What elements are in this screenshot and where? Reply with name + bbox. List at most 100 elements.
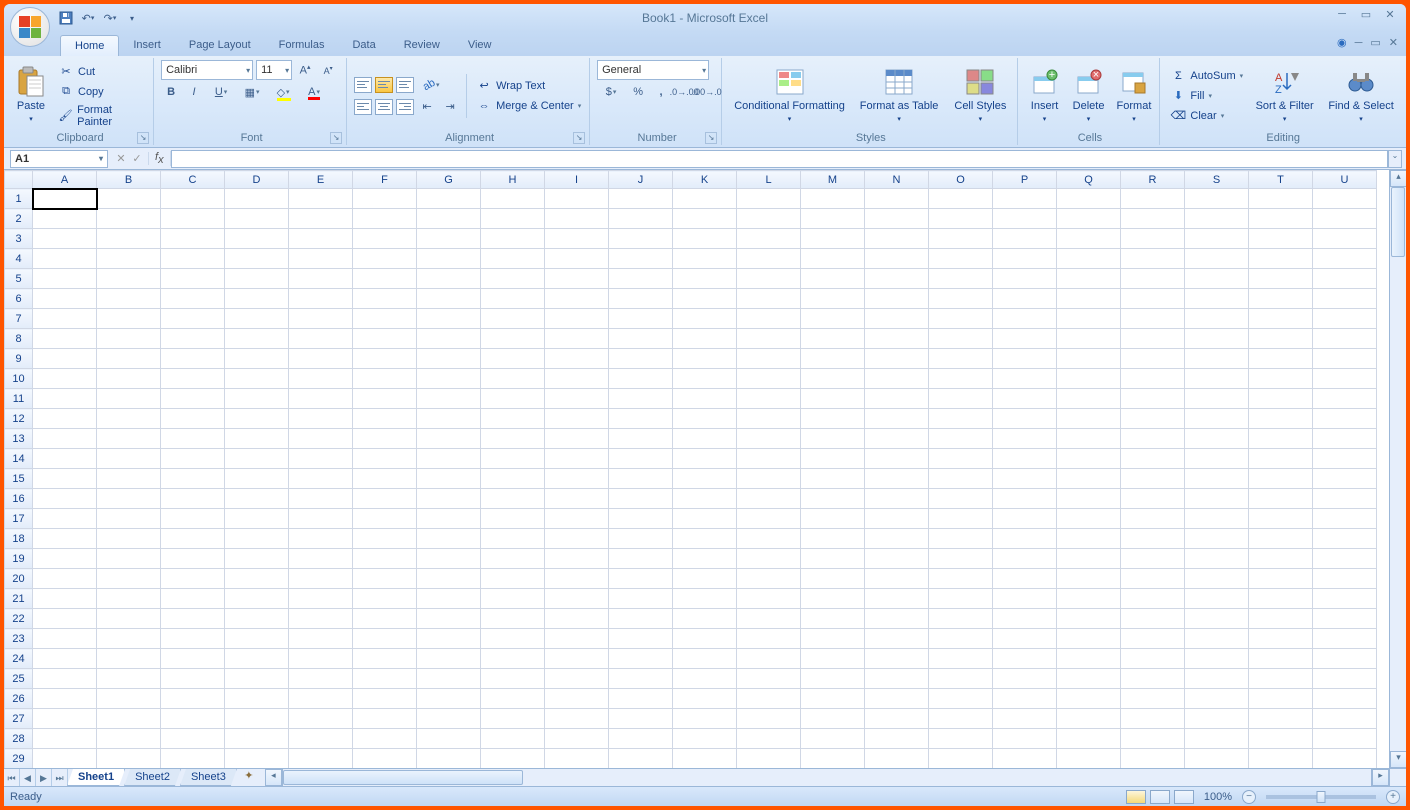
cell[interactable] xyxy=(1249,269,1313,289)
cell[interactable] xyxy=(1121,569,1185,589)
row-header[interactable]: 19 xyxy=(5,549,33,569)
cell[interactable] xyxy=(481,449,545,469)
cell[interactable] xyxy=(161,389,225,409)
column-header[interactable]: A xyxy=(33,171,97,189)
cell[interactable] xyxy=(33,549,97,569)
cell[interactable] xyxy=(33,329,97,349)
cell[interactable] xyxy=(929,489,993,509)
cell[interactable] xyxy=(609,449,673,469)
cell[interactable] xyxy=(481,689,545,709)
cell[interactable] xyxy=(1121,729,1185,749)
column-header[interactable]: H xyxy=(481,171,545,189)
column-header[interactable]: U xyxy=(1313,171,1377,189)
cell[interactable] xyxy=(865,369,929,389)
cell[interactable] xyxy=(1057,509,1121,529)
cell[interactable] xyxy=(417,269,481,289)
cell[interactable] xyxy=(33,249,97,269)
cell[interactable] xyxy=(737,549,801,569)
cell[interactable] xyxy=(545,669,609,689)
cell[interactable] xyxy=(609,549,673,569)
cell[interactable] xyxy=(97,669,161,689)
cell[interactable] xyxy=(289,749,353,769)
cell[interactable] xyxy=(225,229,289,249)
cell[interactable] xyxy=(1057,629,1121,649)
cell[interactable] xyxy=(1185,289,1249,309)
cell[interactable] xyxy=(417,449,481,469)
cell[interactable] xyxy=(801,229,865,249)
cell[interactable] xyxy=(1313,489,1377,509)
increase-decimal-button[interactable]: .0→.00 xyxy=(674,82,694,102)
cell[interactable] xyxy=(97,489,161,509)
number-launcher[interactable]: ↘ xyxy=(705,132,717,144)
cell[interactable] xyxy=(1249,509,1313,529)
cell[interactable] xyxy=(161,369,225,389)
align-top-button[interactable] xyxy=(354,77,372,93)
cell[interactable] xyxy=(1249,529,1313,549)
cell[interactable] xyxy=(417,309,481,329)
mdi-close-button[interactable]: ✕ xyxy=(1389,36,1398,49)
cell[interactable] xyxy=(289,289,353,309)
cell[interactable] xyxy=(481,469,545,489)
cell[interactable] xyxy=(353,229,417,249)
cell[interactable] xyxy=(1185,429,1249,449)
cell[interactable] xyxy=(1185,629,1249,649)
cell[interactable] xyxy=(417,409,481,429)
save-icon[interactable] xyxy=(58,10,74,26)
row-header[interactable]: 21 xyxy=(5,589,33,609)
cell[interactable] xyxy=(865,429,929,449)
cell[interactable] xyxy=(865,509,929,529)
cell[interactable] xyxy=(1313,429,1377,449)
cell[interactable] xyxy=(1121,589,1185,609)
cell[interactable] xyxy=(353,669,417,689)
cell[interactable] xyxy=(353,429,417,449)
cell[interactable] xyxy=(737,389,801,409)
cell[interactable] xyxy=(481,629,545,649)
border-button[interactable]: ▦▾ xyxy=(238,82,266,102)
cell[interactable] xyxy=(929,689,993,709)
column-header[interactable]: E xyxy=(289,171,353,189)
cell[interactable] xyxy=(1121,269,1185,289)
cell[interactable] xyxy=(1057,469,1121,489)
cell[interactable] xyxy=(1121,289,1185,309)
cell[interactable] xyxy=(225,689,289,709)
cell[interactable] xyxy=(481,229,545,249)
cell[interactable] xyxy=(993,629,1057,649)
cell[interactable] xyxy=(225,509,289,529)
scroll-down-button[interactable]: ▾ xyxy=(1390,751,1406,768)
cell[interactable] xyxy=(417,609,481,629)
cell[interactable] xyxy=(865,249,929,269)
cell[interactable] xyxy=(545,229,609,249)
bold-button[interactable]: B xyxy=(161,82,181,102)
cell[interactable] xyxy=(801,249,865,269)
cell[interactable] xyxy=(417,229,481,249)
cell[interactable] xyxy=(609,369,673,389)
font-name-combo[interactable]: Calibri▾ xyxy=(161,60,253,80)
row-header[interactable]: 8 xyxy=(5,329,33,349)
cell[interactable] xyxy=(1249,549,1313,569)
cell[interactable] xyxy=(481,669,545,689)
cell[interactable] xyxy=(1313,729,1377,749)
cell[interactable] xyxy=(609,389,673,409)
cell[interactable] xyxy=(289,629,353,649)
cell[interactable] xyxy=(481,589,545,609)
cell[interactable] xyxy=(353,249,417,269)
decrease-decimal-button[interactable]: .00→.0 xyxy=(697,82,717,102)
cell[interactable] xyxy=(609,749,673,769)
cell[interactable] xyxy=(33,609,97,629)
cell[interactable] xyxy=(1249,689,1313,709)
cell[interactable] xyxy=(801,589,865,609)
cell[interactable] xyxy=(353,349,417,369)
cell[interactable] xyxy=(161,669,225,689)
cell[interactable] xyxy=(97,369,161,389)
cell[interactable] xyxy=(865,649,929,669)
scroll-up-button[interactable]: ▴ xyxy=(1390,170,1406,187)
cell[interactable] xyxy=(1249,749,1313,769)
cell[interactable] xyxy=(545,249,609,269)
cell[interactable] xyxy=(993,649,1057,669)
cell[interactable] xyxy=(929,229,993,249)
column-header[interactable]: P xyxy=(993,171,1057,189)
cell[interactable] xyxy=(737,689,801,709)
cell[interactable] xyxy=(481,209,545,229)
cell[interactable] xyxy=(1249,669,1313,689)
restore-button[interactable]: ▭ xyxy=(1356,8,1376,22)
